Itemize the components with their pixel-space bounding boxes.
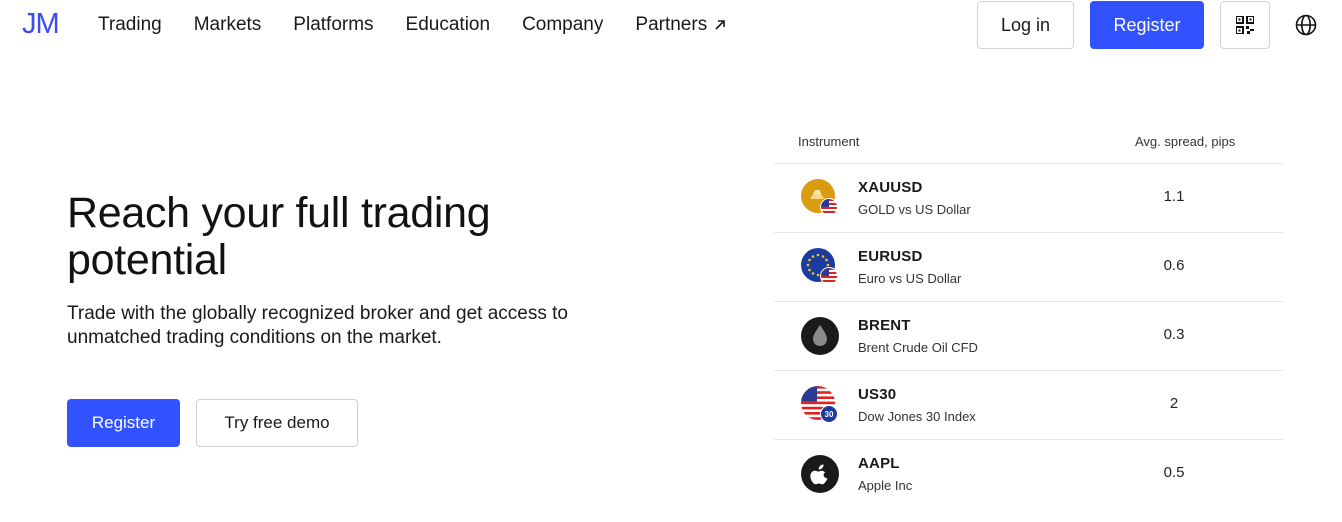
us30-flag-icon: 30 — [801, 386, 838, 423]
nav-partners-label: Partners — [635, 14, 708, 35]
instrument-symbol: AAPL — [858, 455, 900, 472]
table-header: Instrument Avg. spread, pips — [774, 120, 1283, 164]
svg-text:30: 30 — [825, 410, 834, 419]
register-button-hero[interactable]: Register — [67, 399, 180, 447]
instrument-description: Brent Crude Oil CFD — [858, 340, 978, 355]
nav-education[interactable]: Education — [406, 13, 491, 37]
gold-usd-icon — [801, 179, 838, 216]
register-button-header[interactable]: Register — [1090, 1, 1204, 49]
logo[interactable]: JM — [22, 7, 60, 41]
nav-markets[interactable]: Markets — [194, 13, 262, 37]
qr-code-icon — [1236, 16, 1254, 34]
hero-subtitle: Trade with the globally recognized broke… — [67, 303, 568, 348]
language-button[interactable] — [1294, 13, 1318, 37]
table-row[interactable]: XAUUSD GOLD vs US Dollar 1.1 — [774, 164, 1283, 233]
instrument-description: Apple Inc — [858, 478, 913, 493]
instrument-spread: 0.5 — [1163, 464, 1185, 481]
instrument-description: Euro vs US Dollar — [858, 271, 962, 286]
try-demo-button[interactable]: Try free demo — [196, 399, 358, 447]
table-row[interactable]: 30 US30 Dow Jones 30 Index 2 — [774, 371, 1283, 440]
oil-drop-icon — [801, 317, 839, 355]
column-header-instrument: Instrument — [798, 134, 860, 149]
instrument-spread: 1.1 — [1163, 188, 1185, 205]
instrument-description: GOLD vs US Dollar — [858, 202, 971, 217]
instrument-symbol: US30 — [858, 386, 897, 403]
table-row[interactable]: EURUSD Euro vs US Dollar 0.6 — [774, 233, 1283, 302]
external-arrow-icon — [715, 20, 726, 30]
column-header-spread: Avg. spread, pips — [1135, 134, 1236, 149]
qr-code-button[interactable] — [1220, 1, 1270, 49]
instrument-spread: 0.6 — [1163, 257, 1185, 274]
nav-company[interactable]: Company — [522, 13, 603, 37]
login-button[interactable]: Log in — [977, 1, 1074, 49]
instrument-symbol: EURUSD — [858, 248, 923, 265]
eur-usd-icon — [801, 248, 838, 285]
table-row[interactable]: BRENT Brent Crude Oil CFD 0.3 — [774, 302, 1283, 371]
hero-title: Reach your full trading potential — [67, 189, 491, 284]
instrument-description: Dow Jones 30 Index — [858, 409, 976, 424]
instrument-spread: 0.3 — [1163, 326, 1185, 343]
instrument-symbol: BRENT — [858, 317, 911, 334]
nav-partners[interactable]: Partners — [635, 13, 727, 37]
instrument-spread: 2 — [1169, 395, 1179, 412]
globe-icon — [1295, 14, 1317, 36]
nav-trading[interactable]: Trading — [98, 13, 162, 37]
instruments-table: Instrument Avg. spread, pips XAUUSD GOLD… — [774, 120, 1283, 509]
instrument-symbol: XAUUSD — [858, 179, 923, 196]
nav-platforms[interactable]: Platforms — [293, 13, 373, 37]
apple-icon — [801, 455, 839, 493]
main-nav: Trading Markets Platforms Education Comp… — [98, 13, 727, 37]
table-row[interactable]: AAPL Apple Inc 0.5 — [774, 440, 1283, 509]
